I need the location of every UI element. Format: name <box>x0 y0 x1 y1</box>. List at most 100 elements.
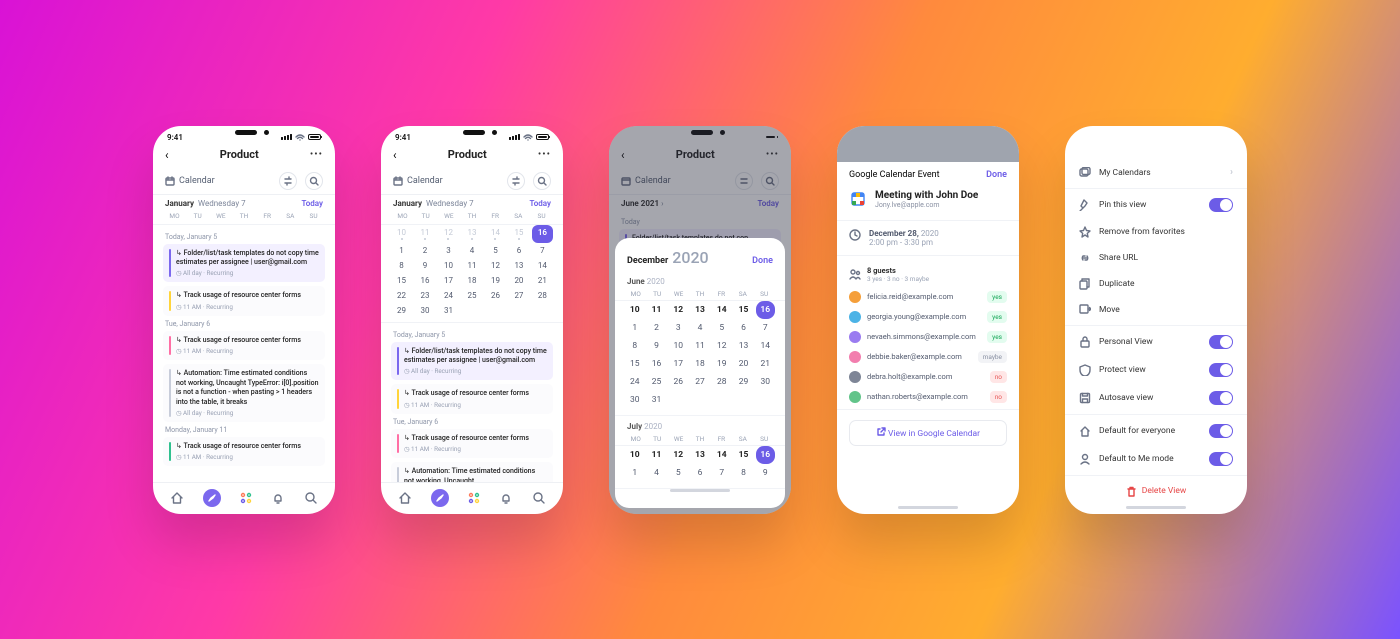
options-list[interactable]: My Calendars› Pin this viewRemove from fa… <box>1065 156 1247 506</box>
calendar-day[interactable]: 3 <box>438 243 459 258</box>
calendar-day[interactable]: 14 <box>485 225 506 243</box>
calendar-day[interactable]: 14 <box>712 446 732 464</box>
calendar-day[interactable]: 1 <box>625 319 645 337</box>
calendar-day[interactable]: 5 <box>485 243 506 258</box>
calendar-day[interactable]: 16 <box>756 446 776 464</box>
calendar-day[interactable]: 4 <box>690 319 710 337</box>
calendar-day[interactable]: 16 <box>532 225 553 243</box>
guest-row[interactable]: debra.holt@example.comno <box>849 367 1007 387</box>
toggle[interactable] <box>1209 424 1233 438</box>
calendar-day[interactable]: 15 <box>391 273 412 288</box>
more-icon[interactable]: ••• <box>538 149 551 160</box>
calendar-day[interactable]: 15 <box>734 301 754 319</box>
tab-home-icon[interactable] <box>398 491 412 505</box>
calendar-day[interactable]: 19 <box>485 273 506 288</box>
calendar-day[interactable]: 25 <box>647 373 667 391</box>
calendar-day[interactable]: 1 <box>625 464 645 482</box>
today-button[interactable]: Today <box>529 199 551 208</box>
calendar-day[interactable]: 28 <box>532 288 553 303</box>
calendar-day[interactable]: 15 <box>508 225 529 243</box>
calendar-day[interactable] <box>690 391 710 409</box>
calendar-day[interactable]: 16 <box>647 355 667 373</box>
toggle[interactable] <box>1209 391 1233 405</box>
calendar-day[interactable]: 29 <box>391 303 412 318</box>
calendar-day[interactable]: 9 <box>647 337 667 355</box>
back-icon[interactable]: ‹ <box>393 148 397 162</box>
calendar-day[interactable] <box>669 391 689 409</box>
calendar-day[interactable]: 15 <box>625 355 645 373</box>
calendar-day[interactable]: 10 <box>669 337 689 355</box>
calendar-day[interactable]: 26 <box>669 373 689 391</box>
guest-row[interactable]: debbie.baker@example.commaybe <box>849 347 1007 367</box>
calendar-day[interactable]: 13 <box>508 258 529 273</box>
delete-view-button[interactable]: Delete View <box>1075 478 1237 505</box>
option-link[interactable]: Share URL <box>1075 245 1237 271</box>
calendar-day[interactable]: 24 <box>625 373 645 391</box>
more-icon[interactable]: ••• <box>310 149 323 160</box>
tab-apps-icon[interactable] <box>467 491 481 505</box>
event-card[interactable]: ↳ Folder/list/task templates do not copy… <box>391 342 553 381</box>
calendar-day[interactable]: 10 <box>391 225 412 243</box>
view-tab-calendar[interactable]: Calendar <box>165 176 215 186</box>
month-grid[interactable]: 1011121314151612345678910111213141516171… <box>381 225 563 323</box>
calendar-day[interactable]: 11 <box>647 446 667 464</box>
calendar-day[interactable]: 6 <box>734 319 754 337</box>
option-pin[interactable]: Pin this view <box>1075 191 1237 219</box>
calendar-day[interactable]: 14 <box>756 337 776 355</box>
event-card[interactable]: ↳ Track usage of resource center forms◷ … <box>391 429 553 458</box>
calendar-day[interactable] <box>485 303 506 318</box>
agenda-list[interactable]: Today, January 5↳ Folder/list/task templ… <box>381 323 563 482</box>
calendar-day[interactable]: 5 <box>669 464 689 482</box>
calendar-day[interactable] <box>508 303 529 318</box>
calendar-day[interactable]: 13 <box>690 446 710 464</box>
toggle[interactable] <box>1209 335 1233 349</box>
calendar-day[interactable]: 9 <box>756 464 776 482</box>
done-button[interactable]: Done <box>752 256 773 266</box>
calendar-day[interactable]: 18 <box>690 355 710 373</box>
calendar-day[interactable]: 6 <box>690 464 710 482</box>
option-shield[interactable]: Protect view <box>1075 356 1237 384</box>
event-card[interactable]: ↳ Track usage of resource center forms◷ … <box>391 384 553 413</box>
calendar-day[interactable]: 8 <box>734 464 754 482</box>
calendar-day[interactable]: 10 <box>625 446 645 464</box>
toggle[interactable] <box>1209 363 1233 377</box>
calendar-day[interactable]: 1 <box>391 243 412 258</box>
calendar-day[interactable]: 30 <box>414 303 435 318</box>
calendar-day[interactable]: 3 <box>669 319 689 337</box>
tab-search-icon[interactable] <box>304 491 318 505</box>
option-home[interactable]: Default for everyone <box>1075 417 1237 445</box>
back-icon[interactable]: ‹ <box>165 148 169 162</box>
guest-row[interactable]: nevaeh.simmons@example.comyes <box>849 327 1007 347</box>
search-icon[interactable] <box>305 172 323 190</box>
calendar-day[interactable]: 21 <box>756 355 776 373</box>
option-calendars[interactable]: My Calendars› <box>1075 160 1237 186</box>
calendar-day[interactable]: 13 <box>734 337 754 355</box>
calendar-day[interactable] <box>712 391 732 409</box>
option-user[interactable]: Default to Me mode <box>1075 445 1237 473</box>
calendar-day[interactable]: 16 <box>414 273 435 288</box>
calendar-day[interactable] <box>532 303 553 318</box>
calendar-day[interactable]: 17 <box>438 273 459 288</box>
tab-nav-icon[interactable] <box>431 489 449 507</box>
tab-apps-icon[interactable] <box>239 491 253 505</box>
calendar-day[interactable]: 18 <box>461 273 482 288</box>
calendar-day[interactable] <box>756 391 776 409</box>
calendar-day[interactable]: 8 <box>391 258 412 273</box>
event-card[interactable]: ↳ Automation: Time estimated conditions … <box>163 364 325 422</box>
option-lock[interactable]: Personal View <box>1075 328 1237 356</box>
done-button[interactable]: Done <box>986 170 1007 180</box>
calendar-day[interactable]: 15 <box>734 446 754 464</box>
calendar-day[interactable]: 21 <box>532 273 553 288</box>
calendar-day[interactable]: 10 <box>438 258 459 273</box>
tab-notifications-icon[interactable] <box>271 491 285 505</box>
event-card[interactable]: ↳ Automation: Time estimated conditions … <box>391 462 553 481</box>
toggle[interactable] <box>1209 452 1233 466</box>
calendar-day[interactable]: 9 <box>414 258 435 273</box>
calendar-day[interactable]: 11 <box>647 301 667 319</box>
calendar-day[interactable]: 24 <box>438 288 459 303</box>
calendar-day[interactable] <box>461 303 482 318</box>
tab-search-icon[interactable] <box>532 491 546 505</box>
event-card[interactable]: ↳ Track usage of resource center forms◷ … <box>163 437 325 466</box>
toggle[interactable] <box>1209 198 1233 212</box>
option-star[interactable]: Remove from favorites <box>1075 219 1237 245</box>
